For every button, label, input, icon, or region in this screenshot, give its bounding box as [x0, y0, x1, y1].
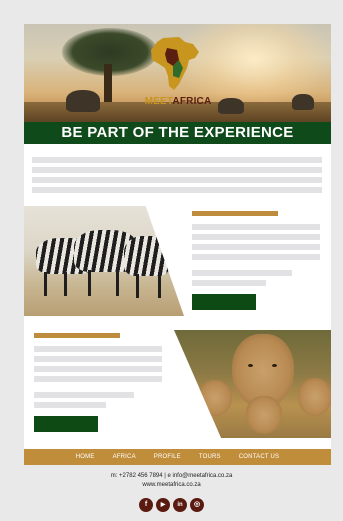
elephant-center [218, 98, 244, 114]
headline-banner: BE PART OF THE EXPERIENCE [24, 122, 331, 144]
acacia-tree-trunk [104, 64, 112, 106]
intro-text-line [32, 167, 322, 173]
lion-cub-figure [246, 396, 282, 434]
lion-section-button[interactable] [34, 416, 98, 432]
nav-link-profile[interactable]: PROFILE [154, 454, 181, 460]
section-text-line [192, 254, 320, 260]
nav-link-tours[interactable]: TOURS [199, 454, 221, 460]
brand-africa: AFRICA [172, 96, 212, 107]
section-text-line [34, 366, 162, 372]
youtube-icon[interactable]: ▶ [156, 498, 170, 512]
intro-text-line [32, 177, 322, 183]
elephant-right [292, 94, 314, 110]
zebra-figure [124, 236, 170, 276]
facebook-icon[interactable]: f [139, 498, 153, 512]
footer-contact: m: +2782 456 7894 | e info@meetafrica.co… [0, 472, 343, 490]
section-text-line [192, 224, 320, 230]
lion-cub-figure [198, 380, 232, 416]
lion-photo [174, 330, 331, 438]
contact-line: m: +2782 456 7894 | e info@meetafrica.co… [110, 473, 233, 479]
section-text-line [34, 402, 106, 408]
section-text-line [192, 270, 292, 276]
nav-link-home[interactable]: HOME [76, 454, 95, 460]
lion-cub-figure [298, 378, 331, 416]
brand-wordmark: MEETAFRICA [143, 96, 213, 107]
footer-nav: HOME AFRICA PROFILE TOURS CONTACT US [24, 449, 331, 465]
section-text-line [34, 356, 162, 362]
website-link[interactable]: www.meetafrica.co.za [0, 481, 343, 490]
nav-link-contact-us[interactable]: CONTACT US [239, 454, 279, 460]
nav-link-africa[interactable]: AFRICA [113, 454, 136, 460]
hero-banner-image: MEETAFRICA [24, 24, 331, 122]
africa-logo-icon [151, 37, 199, 90]
section-heading-placeholder [192, 211, 278, 216]
zebra-section-button[interactable] [192, 294, 256, 310]
section-text-line [34, 376, 162, 382]
linkedin-icon[interactable]: in [173, 498, 187, 512]
section-heading-placeholder [34, 333, 120, 338]
section-text-line [34, 346, 162, 352]
section-text-line [34, 392, 134, 398]
intro-text-line [32, 187, 322, 193]
zebra-photo [24, 206, 184, 316]
section-text-line [192, 244, 320, 250]
section-text-line [192, 234, 320, 240]
section-text-line [192, 280, 266, 286]
email-card: MEETAFRICA BE PART OF THE EXPERIENCE HOM… [24, 24, 331, 465]
brand-meet: MEET [144, 96, 173, 107]
instagram-icon[interactable]: ◎ [190, 498, 204, 512]
elephant-left [66, 90, 100, 112]
intro-text-line [32, 157, 322, 163]
social-links: f ▶ in ◎ [0, 498, 343, 512]
